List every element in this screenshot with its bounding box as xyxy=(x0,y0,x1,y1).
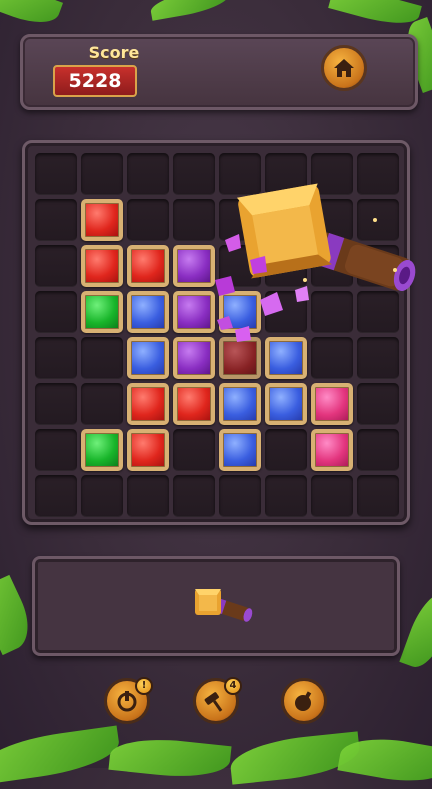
home-button[interactable] xyxy=(321,45,367,91)
piece-tray xyxy=(32,556,400,656)
empty-cell[interactable] xyxy=(173,475,215,517)
hammer-icon xyxy=(215,183,416,342)
gem-block[interactable] xyxy=(127,245,169,287)
empty-cell[interactable] xyxy=(35,291,77,333)
leaf-decoration xyxy=(108,733,232,783)
gem-block[interactable] xyxy=(219,429,261,471)
gem-block[interactable] xyxy=(311,429,353,471)
empty-cell[interactable] xyxy=(35,337,77,379)
leaf-decoration xyxy=(0,0,64,32)
empty-cell[interactable] xyxy=(173,429,215,471)
powerup-badge: ! xyxy=(135,677,153,695)
score-label: Score xyxy=(88,43,140,62)
empty-cell[interactable] xyxy=(265,429,307,471)
empty-cell[interactable] xyxy=(219,475,261,517)
leaf-decoration xyxy=(148,0,232,21)
leaf-decoration xyxy=(399,586,432,674)
gem-block[interactable] xyxy=(127,429,169,471)
empty-cell[interactable] xyxy=(35,153,77,195)
gem-block[interactable] xyxy=(173,383,215,425)
gem-block[interactable] xyxy=(81,429,123,471)
bomb-icon xyxy=(295,691,312,711)
empty-cell[interactable] xyxy=(81,475,123,517)
powerup-badge: 4 xyxy=(224,677,242,695)
gem-block[interactable] xyxy=(81,199,123,241)
gem-block[interactable] xyxy=(127,291,169,333)
leaf-decoration xyxy=(0,725,123,785)
empty-cell[interactable] xyxy=(35,475,77,517)
home-icon xyxy=(334,59,354,77)
gem-block[interactable] xyxy=(81,291,123,333)
empty-cell[interactable] xyxy=(35,429,77,471)
gem-block[interactable] xyxy=(127,383,169,425)
empty-cell[interactable] xyxy=(357,429,399,471)
empty-cell[interactable] xyxy=(357,475,399,517)
hammer-powerup-button[interactable]: 4 xyxy=(193,677,242,724)
empty-cell[interactable] xyxy=(265,475,307,517)
gem-block[interactable] xyxy=(219,383,261,425)
empty-cell[interactable] xyxy=(81,337,123,379)
gem-block[interactable] xyxy=(81,245,123,287)
empty-cell[interactable] xyxy=(127,475,169,517)
empty-cell[interactable] xyxy=(35,383,77,425)
hammer-icon xyxy=(204,692,223,712)
empty-cell[interactable] xyxy=(127,153,169,195)
score-value: 5228 xyxy=(53,65,137,97)
refresh-icon xyxy=(117,691,137,712)
gem-block[interactable] xyxy=(265,383,307,425)
score-panel: Score 5228 xyxy=(20,34,418,110)
empty-cell[interactable] xyxy=(35,199,77,241)
leaf-decoration xyxy=(328,0,422,32)
empty-cell[interactable] xyxy=(311,475,353,517)
refresh-powerup-button[interactable]: ! xyxy=(104,677,153,724)
empty-cell[interactable] xyxy=(127,199,169,241)
empty-cell[interactable] xyxy=(81,383,123,425)
empty-cell[interactable] xyxy=(81,153,123,195)
empty-cell[interactable] xyxy=(357,383,399,425)
gem-block[interactable] xyxy=(127,337,169,379)
bomb-powerup-button[interactable] xyxy=(281,678,327,724)
empty-cell[interactable] xyxy=(35,245,77,287)
hammer-piece-icon[interactable] xyxy=(185,577,255,637)
gem-block[interactable] xyxy=(311,383,353,425)
